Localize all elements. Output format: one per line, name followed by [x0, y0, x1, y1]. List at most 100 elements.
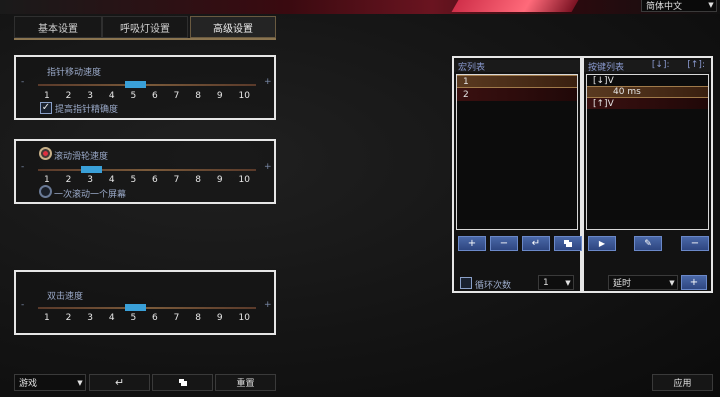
list-item[interactable]: [↑]V	[587, 98, 708, 109]
tick-label: 1	[44, 91, 50, 101]
tick-label: 7	[173, 313, 180, 323]
insert-type-select[interactable]: 延时 ▼	[608, 275, 678, 290]
tick-label: 5	[130, 313, 137, 323]
tick-label: 3	[87, 91, 93, 101]
minus-icon: −	[690, 238, 700, 249]
double-click-ticks: 1 2 3 4 5 6 7 8 9 10	[44, 313, 250, 323]
pointer-speed-track[interactable]	[38, 84, 256, 86]
tick-label: 2	[65, 313, 72, 323]
remove-macro-button[interactable]: −	[490, 236, 518, 251]
tick-label: 9	[216, 313, 223, 323]
chevron-down-icon: ▼	[669, 278, 675, 287]
tick-label: 2	[65, 91, 72, 101]
double-click-title: 双击速度	[47, 292, 84, 302]
precision-label: 提高指针精确度	[55, 105, 119, 115]
scroll-page-label: 一次滚动一个屏幕	[54, 190, 127, 200]
corner-arrow-icon	[564, 240, 572, 247]
loop-checkbox[interactable]	[460, 277, 472, 289]
tick-label: 4	[108, 175, 115, 185]
edit-key-button[interactable]: ✎	[634, 236, 662, 251]
key-row-label: [↓]V	[593, 75, 614, 86]
pointer-speed-panel: 指针移动速度 - + 1 2 3 4 5 6 7 8 9 10 提高指针精确度	[14, 55, 276, 120]
double-click-thumb[interactable]	[125, 304, 146, 311]
scroll-speed-radio[interactable]	[39, 147, 52, 160]
scroll-minus[interactable]: -	[21, 162, 24, 172]
enter-icon: ↵	[531, 238, 541, 249]
key-list-header: 按键列表 [↓]: [↑]:	[584, 60, 711, 73]
scroll-page-radio[interactable]	[39, 185, 52, 198]
tab-label: 基本设置	[38, 23, 78, 35]
tick-label: 8	[195, 313, 201, 323]
play-button[interactable]: ▶	[588, 236, 616, 251]
insert-key-button[interactable]: +	[681, 275, 707, 290]
pointer-minus[interactable]: -	[21, 77, 24, 87]
double-click-track[interactable]	[38, 307, 256, 309]
tick-label: 1	[44, 313, 50, 323]
language-select[interactable]: 简体中文 ▼	[641, 0, 717, 12]
tick-label: 6	[152, 175, 158, 185]
tick-label: 5	[130, 91, 137, 101]
corner-arrow-icon	[178, 379, 187, 386]
list-item[interactable]: 40 ms	[587, 86, 708, 98]
tick-label: 5	[130, 175, 137, 185]
tick-label: 7	[173, 175, 180, 185]
apply-button[interactable]: 应用	[652, 374, 713, 391]
scroll-speed-thumb[interactable]	[81, 166, 102, 173]
pointer-speed-thumb[interactable]	[125, 81, 146, 88]
key-list-panel: 按键列表 [↓]: [↑]: [↓]V 40 ms [↑]V ▶ ✎ − 延时 …	[582, 56, 713, 293]
pencil-icon: ✎	[644, 238, 652, 249]
loop-count-select[interactable]: 1 ▼	[538, 275, 574, 290]
export-button[interactable]	[152, 374, 213, 391]
tick-label: 10	[238, 313, 250, 323]
key-list-title: 按键列表	[588, 63, 625, 73]
dblclick-plus[interactable]: +	[264, 300, 272, 310]
key-list: [↓]V 40 ms [↑]V	[586, 74, 709, 230]
macro-list-panel: 宏列表 1 2 + − ↵ 循环次数 1 ▼	[452, 56, 582, 293]
list-item[interactable]: [↓]V	[587, 75, 708, 86]
key-up-label: [↑]:	[687, 60, 705, 70]
list-item[interactable]: 1	[457, 75, 577, 88]
macro-list-title: 宏列表	[454, 60, 580, 73]
export-macro-button[interactable]	[554, 236, 582, 251]
scroll-speed-panel: 滚动滑轮速度 - + 1 2 3 4 5 6 7 8 9 10 一次滚动一个屏幕	[14, 139, 276, 204]
scroll-plus[interactable]: +	[264, 162, 272, 172]
import-button[interactable]: ↵	[89, 374, 150, 391]
chevron-down-icon: ▼	[708, 1, 714, 9]
mode-select[interactable]: 游戏 ▼	[14, 374, 86, 391]
tick-label: 8	[195, 175, 201, 185]
tabs-underline	[14, 38, 276, 40]
tick-label: 10	[238, 91, 250, 101]
enter-icon: ↵	[114, 376, 125, 389]
pointer-plus[interactable]: +	[264, 77, 272, 87]
language-value: 简体中文	[646, 1, 683, 12]
play-icon: ▶	[598, 239, 606, 248]
plus-icon: +	[467, 238, 477, 249]
loop-count-value: 1	[543, 277, 549, 288]
tab-advanced[interactable]: 高级设置	[190, 16, 276, 38]
scroll-speed-title: 滚动滑轮速度	[54, 152, 109, 162]
tick-label: 1	[44, 175, 50, 185]
list-item[interactable]: 2	[457, 88, 577, 101]
tab-breathing[interactable]: 呼吸灯设置	[102, 16, 188, 38]
tick-label: 4	[108, 313, 115, 323]
plus-icon: +	[689, 277, 699, 288]
banner-accent	[451, 0, 579, 12]
tick-label: 3	[87, 175, 93, 185]
top-banner	[0, 0, 720, 14]
scroll-speed-track[interactable]	[38, 169, 256, 171]
precision-checkbox[interactable]	[40, 102, 52, 114]
mode-value: 游戏	[19, 379, 38, 389]
reset-button[interactable]: 重置	[215, 374, 276, 391]
tab-basic[interactable]: 基本设置	[14, 16, 102, 38]
import-macro-button[interactable]: ↵	[522, 236, 550, 251]
minus-icon: −	[499, 238, 509, 249]
dblclick-minus[interactable]: -	[21, 300, 24, 310]
tick-label: 10	[238, 175, 250, 185]
tick-label: 4	[108, 91, 115, 101]
chevron-down-icon: ▼	[565, 278, 571, 287]
tab-label: 呼吸灯设置	[120, 23, 170, 35]
pointer-speed-ticks: 1 2 3 4 5 6 7 8 9 10	[44, 91, 250, 101]
key-row-label: 40 ms	[613, 87, 641, 97]
remove-key-button[interactable]: −	[681, 236, 709, 251]
add-macro-button[interactable]: +	[458, 236, 486, 251]
